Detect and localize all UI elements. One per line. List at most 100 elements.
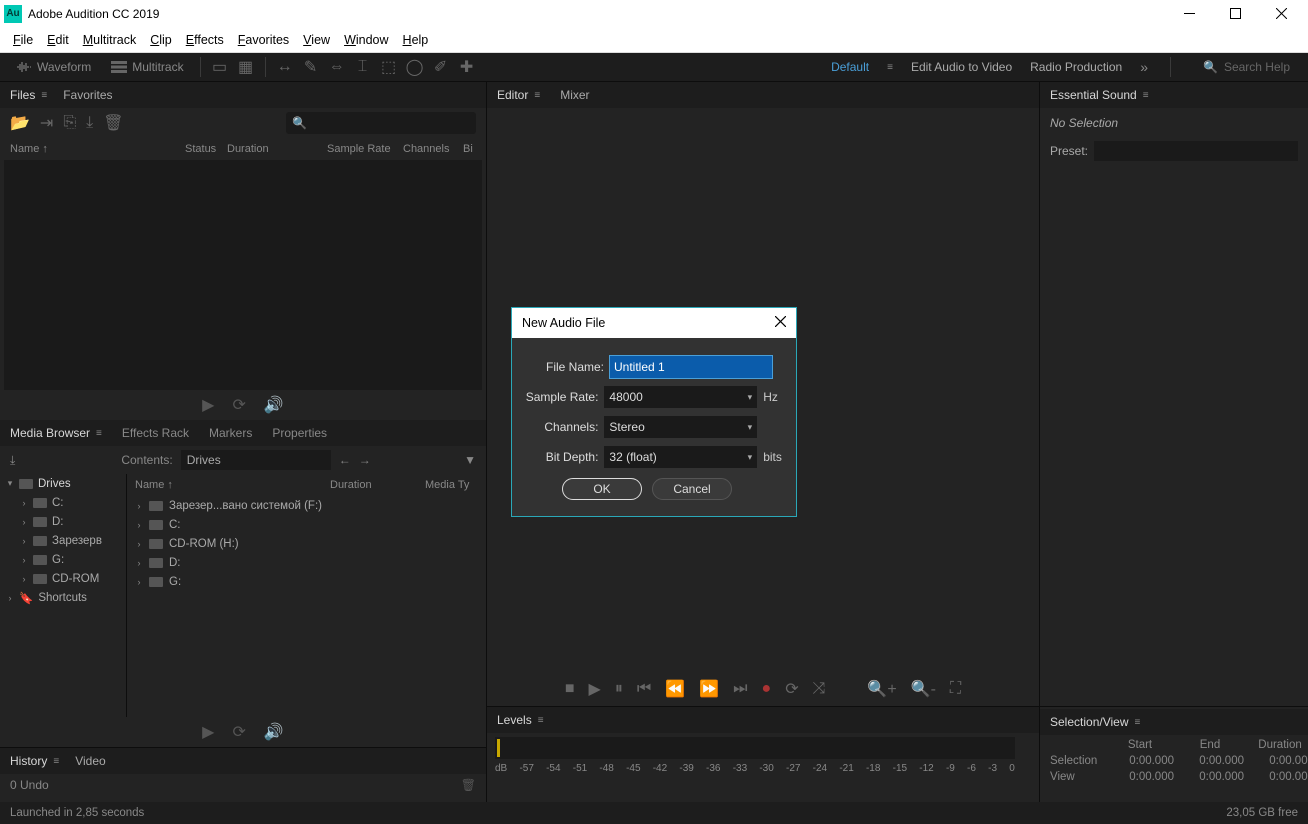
tab-history[interactable]: History ≡ <box>10 754 59 768</box>
menu-view[interactable]: View <box>296 33 337 47</box>
insert-icon[interactable]: ⤓ <box>86 114 93 132</box>
play-icon[interactable]: ▶ <box>202 395 214 415</box>
cancel-button[interactable]: Cancel <box>652 478 732 500</box>
stop-button[interactable]: ■ <box>565 680 575 698</box>
panel-menu-icon[interactable]: ≡ <box>96 428 102 439</box>
column-bitdepth[interactable]: Bi <box>463 143 473 155</box>
hud-toggle-icon[interactable]: ▭ <box>209 56 231 78</box>
panel-menu-icon[interactable]: ≡ <box>53 756 59 767</box>
import-icon[interactable]: ⇥ <box>40 113 53 133</box>
panel-menu-icon[interactable]: ≡ <box>538 715 544 726</box>
filename-input[interactable] <box>610 356 772 378</box>
files-search-input[interactable]: 🔍 <box>286 112 476 134</box>
loop-icon[interactable]: ⟳ <box>232 722 245 742</box>
import-to-files-icon[interactable]: ⤓ <box>10 453 15 468</box>
bit-depth-select[interactable]: 32 (float)▾ <box>604 446 757 468</box>
column-name[interactable]: Name ↑ <box>135 479 330 491</box>
go-to-start-button[interactable]: ⏮ <box>637 680 651 698</box>
play-button[interactable]: ▶ <box>589 679 601 699</box>
close-button[interactable] <box>1258 0 1304 27</box>
tab-favorites[interactable]: Favorites <box>63 88 112 102</box>
column-duration[interactable]: Duration <box>227 143 327 155</box>
zoom-fit-icon[interactable]: ⛶ <box>950 680 961 698</box>
column-sample-rate[interactable]: Sample Rate <box>327 143 403 155</box>
tab-markers[interactable]: Markers <box>209 426 252 440</box>
tab-editor[interactable]: Editor ≡ <box>497 88 540 102</box>
panel-menu-icon[interactable]: ≡ <box>534 90 540 101</box>
tree-drive-item[interactable]: ›D: <box>0 512 126 531</box>
razor-tool-icon[interactable]: ✎ <box>300 56 322 78</box>
zoom-in-icon[interactable]: 🔍+ <box>867 679 896 699</box>
pause-button[interactable]: ⏸ <box>615 680 623 698</box>
slip-tool-icon[interactable]: ⇔ <box>326 56 348 78</box>
fast-forward-button[interactable]: ⏩ <box>699 679 719 699</box>
rewind-button[interactable]: ⏪ <box>665 679 685 699</box>
workspace-radio[interactable]: Radio Production <box>1030 60 1122 74</box>
maximize-button[interactable] <box>1212 0 1258 27</box>
sel-dur-value[interactable]: 0:00.000 <box>1246 755 1308 767</box>
minimize-button[interactable] <box>1166 0 1212 27</box>
forward-icon[interactable]: → <box>359 453 371 467</box>
menu-edit[interactable]: Edit <box>40 33 76 47</box>
tab-essential-sound[interactable]: Essential Sound ≡ <box>1050 88 1149 102</box>
channels-select[interactable]: Stereo▾ <box>604 416 757 438</box>
tab-media-browser[interactable]: Media Browser ≡ <box>10 426 102 440</box>
sample-rate-select[interactable]: 48000▾ <box>604 386 757 408</box>
tree-drive-item[interactable]: ›G: <box>0 550 126 569</box>
tree-drive-item[interactable]: ›Зарезерв <box>0 531 126 550</box>
sel-start-value[interactable]: 0:00.000 <box>1106 755 1174 767</box>
record-button[interactable]: ● <box>762 680 772 698</box>
loop-button[interactable]: ⟳ <box>785 679 798 699</box>
view-end-value[interactable]: 0:00.000 <box>1176 771 1244 783</box>
workspace-menu-icon[interactable]: ≡ <box>887 62 893 73</box>
delete-icon[interactable]: 🗑 <box>103 113 123 133</box>
workspace-default[interactable]: Default <box>831 60 869 74</box>
spectral-toggle-icon[interactable]: ▦ <box>235 56 257 78</box>
tree-drive-item[interactable]: ›C: <box>0 493 126 512</box>
column-status[interactable]: Status <box>185 143 227 155</box>
tab-selection-view[interactable]: Selection/View ≡ <box>1050 715 1140 729</box>
loop-icon[interactable]: ⟳ <box>232 395 245 415</box>
workspace-more-icon[interactable]: » <box>1140 59 1148 75</box>
column-media-type[interactable]: Media Ty <box>425 479 469 491</box>
tab-levels[interactable]: Levels ≡ <box>497 713 544 727</box>
filter-icon[interactable]: ▼ <box>464 453 476 467</box>
brush-tool-icon[interactable]: ✐ <box>430 56 452 78</box>
clear-history-icon[interactable]: 🗑 <box>461 778 476 792</box>
workspace-eav[interactable]: Edit Audio to Video <box>911 60 1012 74</box>
menu-favorites[interactable]: Favorites <box>231 33 296 47</box>
list-item[interactable]: ›D: <box>127 553 486 572</box>
autoplay-icon[interactable]: 🔊 <box>264 722 284 742</box>
menu-effects[interactable]: Effects <box>179 33 231 47</box>
waveform-mode-button[interactable]: Waveform <box>8 57 99 77</box>
preset-select[interactable] <box>1094 141 1298 161</box>
menu-multitrack[interactable]: Multitrack <box>76 33 144 47</box>
ok-button[interactable]: OK <box>562 478 642 500</box>
search-help-input[interactable]: 🔍 Search Help <box>1193 60 1300 74</box>
tab-files[interactable]: Files ≡ <box>10 88 47 102</box>
tree-drive-item[interactable]: ›CD-ROM <box>0 569 126 588</box>
list-item[interactable]: ›G: <box>127 572 486 591</box>
sel-end-value[interactable]: 0:00.000 <box>1176 755 1244 767</box>
autoplay-icon[interactable]: 🔊 <box>264 395 284 415</box>
play-icon[interactable]: ▶ <box>202 722 214 742</box>
column-duration[interactable]: Duration <box>330 479 425 491</box>
view-dur-value[interactable]: 0:00.000 <box>1246 771 1308 783</box>
multitrack-mode-button[interactable]: Multitrack <box>103 57 191 77</box>
panel-menu-icon[interactable]: ≡ <box>1143 90 1149 101</box>
open-file-icon[interactable]: 📂 <box>10 113 30 133</box>
view-start-value[interactable]: 0:00.000 <box>1106 771 1174 783</box>
skip-selection-button[interactable]: ⤨ <box>813 680 826 698</box>
move-tool-icon[interactable]: ↔ <box>274 56 296 78</box>
tab-mixer[interactable]: Mixer <box>560 88 589 102</box>
list-item[interactable]: ›Зарезер...вано системой (F:) <box>127 496 486 515</box>
dialog-close-icon[interactable] <box>775 316 786 330</box>
go-to-end-button[interactable]: ⏭ <box>733 680 747 698</box>
new-file-icon[interactable]: ⎘ <box>63 114 76 132</box>
tree-shortcuts[interactable]: ›🔖Shortcuts <box>0 588 126 607</box>
panel-menu-icon[interactable]: ≡ <box>41 90 47 101</box>
back-icon[interactable]: ← <box>339 453 351 467</box>
menu-clip[interactable]: Clip <box>143 33 179 47</box>
tree-drives-root[interactable]: ▾Drives <box>0 474 126 493</box>
menu-file[interactable]: File <box>6 33 40 47</box>
